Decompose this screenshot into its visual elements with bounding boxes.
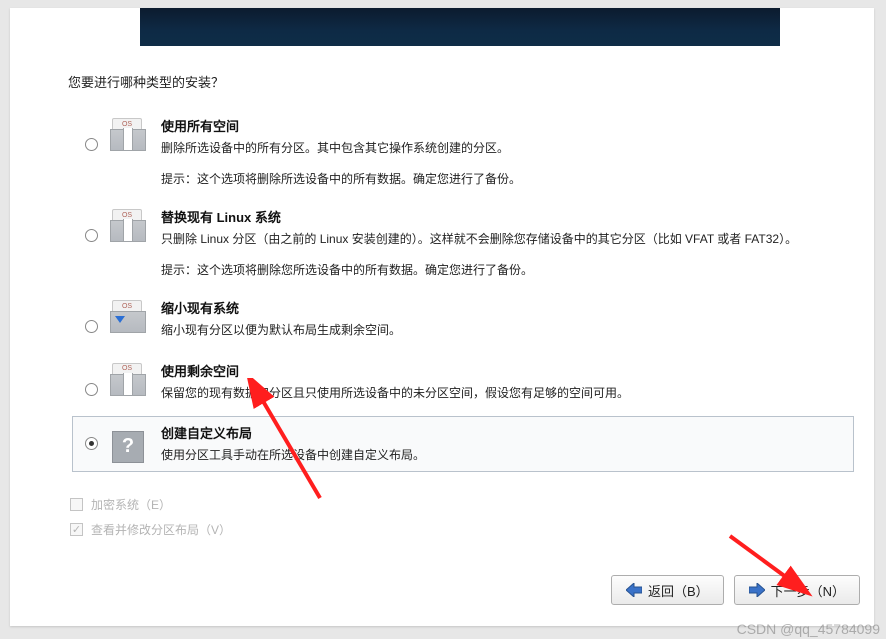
radio-use-all-space[interactable] xyxy=(85,138,98,151)
option-replace-linux[interactable]: OS 替换现有 Linux 系统 只删除 Linux 分区（由之前的 Linux… xyxy=(72,200,854,285)
question-icon: ? xyxy=(112,431,144,463)
option-text: 缩小现有系统 缩小现有分区以便为默认布局生成剩余空间。 xyxy=(151,298,845,340)
radio-col xyxy=(77,298,105,333)
options-group: OS 使用所有空间 删除所选设备中的所有分区。其中包含其它操作系统创建的分区。 … xyxy=(50,109,854,472)
checkbox-encrypt-row: 加密系统（E） xyxy=(70,496,231,513)
radio-col xyxy=(77,116,105,151)
icon-col: OS xyxy=(105,207,151,242)
radio-use-free[interactable] xyxy=(85,383,98,396)
radio-custom-layout[interactable] xyxy=(85,437,98,450)
checkbox-encrypt-label: 加密系统（E） xyxy=(91,496,171,513)
back-button[interactable]: 返回（B） xyxy=(611,575,724,605)
next-button[interactable]: 下一步（N） xyxy=(734,575,860,605)
option-title: 使用所有空间 xyxy=(161,116,845,135)
radio-col xyxy=(77,423,105,450)
option-use-free[interactable]: OS 使用剩余空间 保留您的现有数据和分区且只使用所选设备中的未分区空间，假设您… xyxy=(72,354,854,410)
arrow-left-icon xyxy=(626,583,642,597)
option-desc: 使用分区工具手动在所选设备中创建自定义布局。 xyxy=(161,446,845,465)
option-title: 替换现有 Linux 系统 xyxy=(161,207,845,226)
option-text: 创建自定义布局 使用分区工具手动在所选设备中创建自定义布局。 xyxy=(151,423,845,465)
option-desc: 只删除 Linux 分区（由之前的 Linux 安装创建的）。这样就不会删除您存… xyxy=(161,230,845,249)
extra-options: 加密系统（E） 查看并修改分区布局（V） xyxy=(70,496,231,546)
content-area: 您要进行哪种类型的安装？ OS 使用所有空间 删除所 xyxy=(10,58,874,556)
option-text: 使用所有空间 删除所选设备中的所有分区。其中包含其它操作系统创建的分区。 提示：… xyxy=(151,116,845,187)
option-hint: 提示：这个选项将删除所选设备中的所有数据。确定您进行了备份。 xyxy=(161,170,845,187)
header-band xyxy=(140,8,780,46)
icon-col: OS xyxy=(105,298,151,333)
option-desc: 删除所选设备中的所有分区。其中包含其它操作系统创建的分区。 xyxy=(161,139,845,158)
checkbox-review-label: 查看并修改分区布局（V） xyxy=(91,521,231,538)
option-shrink[interactable]: OS 缩小现有系统 缩小现有分区以便为默认布局生成剩余空间。 xyxy=(72,291,854,347)
checkbox-encrypt xyxy=(70,498,83,511)
next-label: 下一步（N） xyxy=(771,581,845,600)
option-title: 缩小现有系统 xyxy=(161,298,845,317)
drive-arrow-icon: OS xyxy=(110,300,146,333)
option-title: 创建自定义布局 xyxy=(161,423,845,442)
checkbox-review-row: 查看并修改分区布局（V） xyxy=(70,521,231,538)
prompt-text: 您要进行哪种类型的安装？ xyxy=(68,72,854,91)
option-custom-layout[interactable]: ? 创建自定义布局 使用分区工具手动在所选设备中创建自定义布局。 xyxy=(72,416,854,472)
icon-col: ? xyxy=(105,423,151,463)
icon-col: OS xyxy=(105,116,151,151)
radio-shrink[interactable] xyxy=(85,320,98,333)
radio-col xyxy=(77,361,105,396)
arrow-right-icon xyxy=(749,583,765,597)
watermark: CSDN @qq_45784099 xyxy=(737,621,880,637)
option-title: 使用剩余空间 xyxy=(161,361,845,380)
checkbox-review xyxy=(70,523,83,536)
drive-icon: OS xyxy=(110,363,146,396)
dialog-card: 您要进行哪种类型的安装？ OS 使用所有空间 删除所 xyxy=(10,8,874,626)
drive-icon: OS xyxy=(110,209,146,242)
icon-col: OS xyxy=(105,361,151,396)
option-use-all-space[interactable]: OS 使用所有空间 删除所选设备中的所有分区。其中包含其它操作系统创建的分区。 … xyxy=(72,109,854,194)
radio-replace-linux[interactable] xyxy=(85,229,98,242)
window-frame: 您要进行哪种类型的安装？ OS 使用所有空间 删除所 xyxy=(0,0,886,639)
radio-col xyxy=(77,207,105,242)
nav-bar: 返回（B） 下一步（N） xyxy=(10,564,874,626)
option-text: 替换现有 Linux 系统 只删除 Linux 分区（由之前的 Linux 安装… xyxy=(151,207,845,278)
drive-icon: OS xyxy=(110,118,146,151)
option-desc: 缩小现有分区以便为默认布局生成剩余空间。 xyxy=(161,321,845,340)
option-hint: 提示：这个选项将删除您所选设备中的所有数据。确定您进行了备份。 xyxy=(161,261,845,278)
back-label: 返回（B） xyxy=(648,581,709,600)
option-text: 使用剩余空间 保留您的现有数据和分区且只使用所选设备中的未分区空间，假设您有足够… xyxy=(151,361,845,403)
option-desc: 保留您的现有数据和分区且只使用所选设备中的未分区空间，假设您有足够的空间可用。 xyxy=(161,384,845,403)
